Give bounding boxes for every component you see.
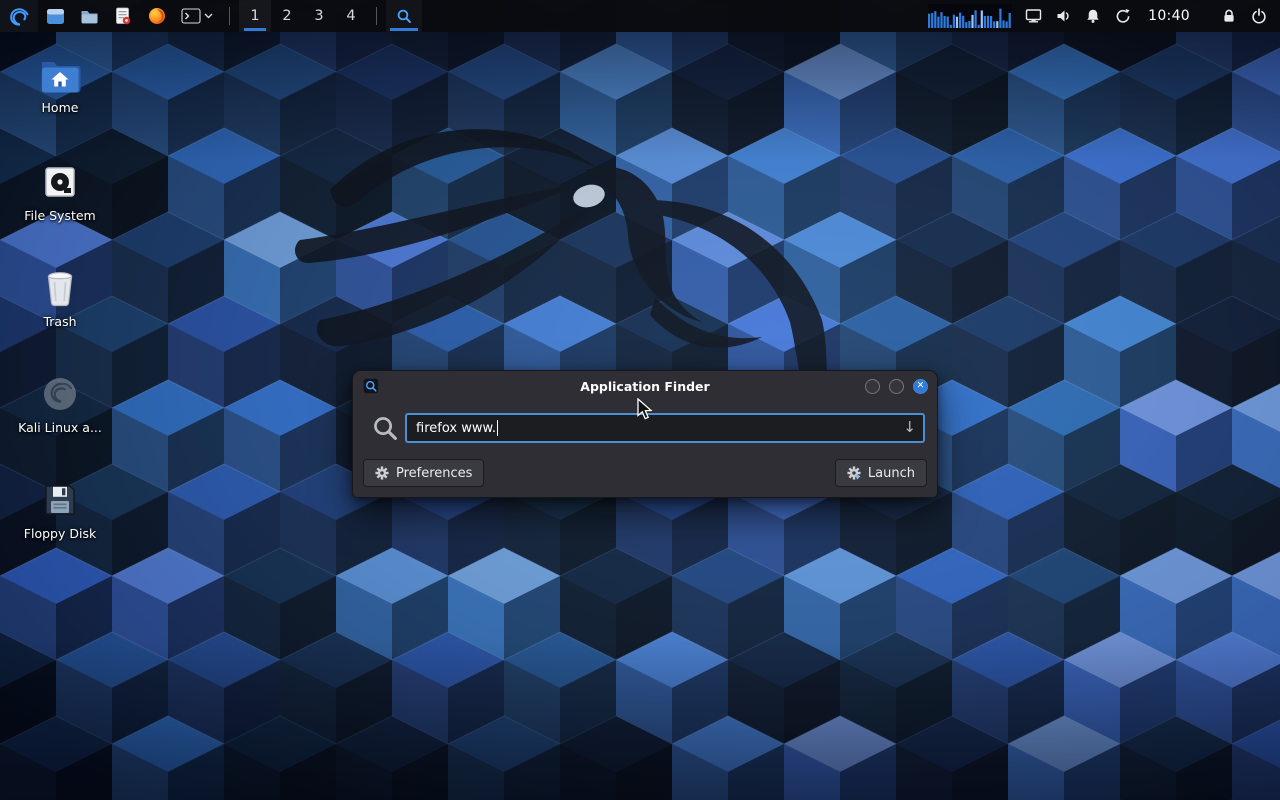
desktop-icon-trash[interactable]: Trash: [0, 268, 120, 329]
screen-lock-icon[interactable]: [1214, 0, 1244, 32]
folder-icon: [80, 8, 99, 24]
panel-separator: [229, 7, 230, 25]
desktop-icon-label: File System: [0, 209, 120, 223]
clock[interactable]: 10:40: [1148, 8, 1190, 24]
minimize-button[interactable]: [865, 379, 880, 394]
search-input[interactable]: firefox www. ↓: [405, 413, 925, 443]
updates-icon[interactable]: [1108, 0, 1138, 32]
floppy-disk-icon: [40, 480, 80, 520]
workspace-4[interactable]: 4: [335, 0, 367, 32]
workspace-1[interactable]: 1: [239, 0, 271, 32]
maximize-button[interactable]: [889, 379, 904, 394]
desktop: 1 2 3 4: [0, 0, 1280, 800]
terminal-launcher[interactable]: [174, 0, 220, 32]
taskbar-application-finder-button[interactable]: [386, 0, 422, 32]
desktop-icon-kali-docs[interactable]: Kali Linux a...: [0, 374, 120, 435]
file-manager-launcher[interactable]: [38, 0, 72, 32]
display-settings-icon[interactable]: [1018, 0, 1048, 32]
firefox-icon: [148, 7, 166, 25]
launch-gear-icon: [847, 466, 861, 480]
desktop-icon-label: Floppy Disk: [0, 527, 120, 541]
window-title: Application Finder: [353, 379, 937, 394]
folder-launcher[interactable]: [72, 0, 106, 32]
close-button[interactable]: ✕: [913, 379, 928, 394]
desktop-icon-floppy[interactable]: Floppy Disk: [0, 480, 120, 541]
trash-icon: [41, 268, 79, 308]
notifications-bell-icon[interactable]: [1078, 0, 1108, 32]
preferences-button[interactable]: Preferences: [363, 459, 484, 487]
file-manager-icon: [46, 8, 65, 25]
file-system-drive-icon: [40, 162, 80, 202]
preferences-label: Preferences: [396, 466, 472, 481]
application-finder-icon: [362, 377, 380, 395]
desktop-icon-label: Home: [0, 101, 120, 115]
window-titlebar[interactable]: Application Finder ✕: [353, 371, 937, 401]
desktop-icon-label: Kali Linux a...: [0, 421, 120, 435]
text-caret: [497, 420, 498, 436]
search-icon: [365, 415, 405, 442]
dropdown-arrow-icon[interactable]: ↓: [903, 420, 916, 435]
text-editor-launcher[interactable]: [106, 0, 140, 32]
kali-disc-icon: [40, 374, 80, 414]
desktop-icon-label: Trash: [0, 315, 120, 329]
chevron-down-icon: [204, 13, 213, 19]
home-folder-icon: [39, 58, 81, 94]
desktop-icon-home[interactable]: Home: [0, 58, 120, 115]
firefox-launcher[interactable]: [140, 0, 174, 32]
launch-label: Launch: [868, 466, 915, 481]
search-input-value: firefox www.: [416, 421, 496, 436]
desktop-icon-file-system[interactable]: File System: [0, 162, 120, 223]
application-finder-window: Application Finder ✕ firefox www. ↓: [352, 370, 938, 498]
workspace-2[interactable]: 2: [271, 0, 303, 32]
text-editor-icon: [115, 7, 131, 25]
application-finder-icon: [394, 6, 414, 26]
applications-menu-button[interactable]: [0, 0, 38, 32]
kali-logo-icon: [8, 5, 30, 27]
launch-button[interactable]: Launch: [835, 459, 927, 487]
volume-icon[interactable]: [1048, 0, 1078, 32]
top-panel: 1 2 3 4: [0, 0, 1280, 32]
gear-icon: [375, 466, 389, 480]
terminal-icon: [181, 8, 201, 24]
panel-separator: [376, 7, 377, 25]
power-icon[interactable]: [1244, 0, 1274, 32]
cpu-graph[interactable]: [928, 4, 1012, 28]
workspace-3[interactable]: 3: [303, 0, 335, 32]
